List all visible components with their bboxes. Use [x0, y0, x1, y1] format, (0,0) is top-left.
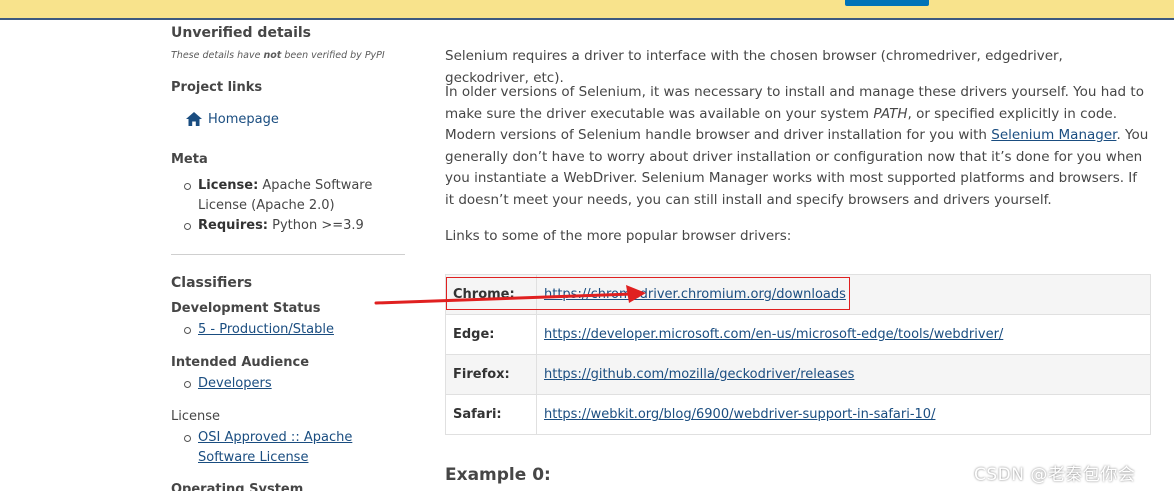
home-icon — [186, 112, 202, 126]
intended-audience-link[interactable]: Developers — [198, 376, 272, 391]
table-row: Firefox: https://github.com/mozilla/geck… — [445, 354, 1151, 395]
unverified-details-heading: Unverified details — [171, 25, 312, 41]
driver-url-cell: https://developer.microsoft.com/en-us/mi… — [536, 314, 1151, 355]
operating-system-heading: Operating System — [171, 482, 304, 491]
example-heading: Example 0: — [445, 465, 551, 485]
chrome-driver-link[interactable]: https://chromedriver.chromium.org/downlo… — [544, 287, 846, 302]
safari-driver-link[interactable]: https://webkit.org/blog/6900/webdriver-s… — [544, 407, 935, 422]
meta-license: License: Apache Software License (Apache… — [183, 176, 405, 216]
development-status-item: 5 - Production/Stable — [183, 320, 334, 340]
classifiers-heading: Classifiers — [171, 275, 253, 291]
driver-name-edge: Edge: — [445, 314, 537, 355]
selenium-manager-link[interactable]: Selenium Manager — [991, 127, 1116, 143]
meta-heading: Meta — [171, 152, 208, 167]
unverified-details-note: These details have not been verified by … — [171, 50, 385, 61]
development-status-heading: Development Status — [171, 301, 321, 316]
project-description: Selenium requires a driver to interface … — [445, 20, 1174, 491]
driver-url-cell: https://chromedriver.chromium.org/downlo… — [536, 274, 1151, 315]
homepage-label: Homepage — [208, 111, 279, 127]
sidebar: Unverified details These details have no… — [171, 20, 405, 491]
driver-management-paragraph: In older versions of Selenium, it was ne… — [445, 84, 1149, 208]
edge-driver-link[interactable]: https://developer.microsoft.com/en-us/mi… — [544, 327, 1003, 342]
homepage-link[interactable]: Homepage — [185, 111, 279, 127]
top-banner — [0, 0, 1174, 20]
table-row: Chrome: https://chromedriver.chromium.or… — [445, 274, 1151, 315]
driver-name-safari: Safari: — [445, 394, 537, 435]
table-row: Edge: https://developer.microsoft.com/en… — [445, 314, 1151, 355]
sidebar-divider — [171, 254, 405, 255]
driver-name-chrome: Chrome: — [445, 274, 537, 315]
csdn-watermark: CSDN @老秦包你会 — [974, 465, 1136, 485]
driver-url-cell: https://github.com/mozilla/geckodriver/r… — [536, 354, 1151, 395]
browser-drivers-table: Chrome: https://chromedriver.chromium.or… — [445, 274, 1151, 435]
meta-list: License: Apache Software License (Apache… — [183, 176, 405, 236]
meta-requires: Requires: Python >=3.9 — [183, 216, 405, 236]
banner-button[interactable] — [845, 0, 929, 6]
driver-name-firefox: Firefox: — [445, 354, 537, 395]
intended-audience-item: Developers — [183, 374, 272, 394]
license-item: OSI Approved :: Apache Software License — [183, 428, 403, 468]
development-status-link[interactable]: 5 - Production/Stable — [198, 322, 334, 337]
project-links-heading: Project links — [171, 80, 263, 95]
license-link[interactable]: OSI Approved :: Apache Software License — [198, 430, 352, 465]
table-row: Safari: https://webkit.org/blog/6900/web… — [445, 394, 1151, 435]
intended-audience-heading: Intended Audience — [171, 355, 310, 370]
firefox-driver-link[interactable]: https://github.com/mozilla/geckodriver/r… — [544, 367, 854, 382]
driver-links-intro: Links to some of the more popular browse… — [445, 228, 792, 244]
driver-url-cell: https://webkit.org/blog/6900/webdriver-s… — [536, 394, 1151, 435]
license-heading: License — [171, 409, 221, 424]
